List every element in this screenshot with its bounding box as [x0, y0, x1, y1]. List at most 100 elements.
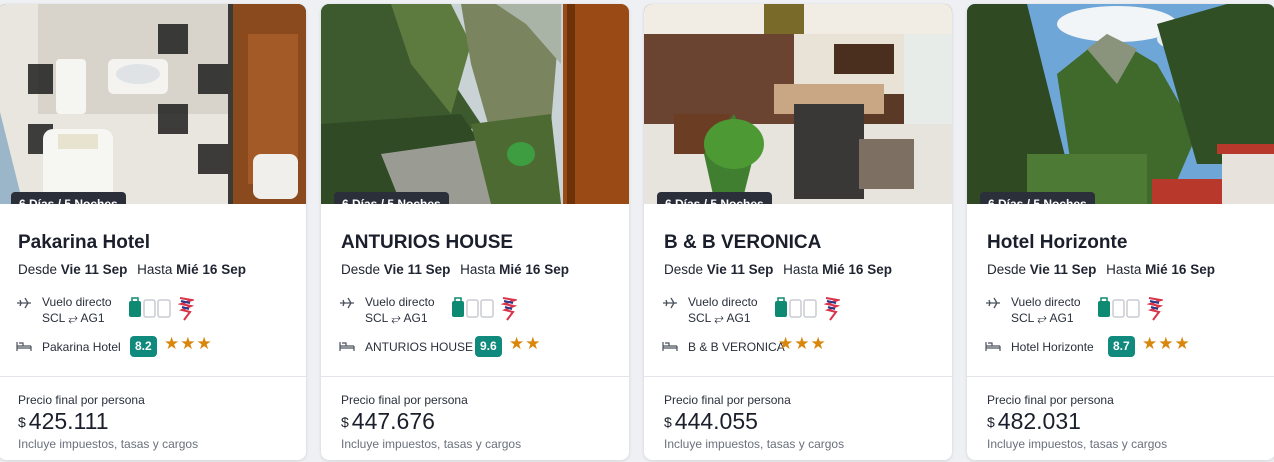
hotel-info: Hotel Horizonte 8.7 ★★★ — [985, 334, 1265, 360]
desde-label: Desde — [341, 262, 381, 277]
price-amount: 425.111 — [28, 408, 109, 434]
bed-icon — [662, 342, 678, 351]
hasta-date: Mié 16 Sep — [822, 262, 892, 277]
flight-info: Vuelo directo SCL ⥂ AG1 — [16, 294, 256, 326]
currency-symbol: $ — [987, 414, 995, 430]
hotel-info: Pakarina Hotel 8.2 ★★★ — [16, 334, 296, 360]
travel-dates: Desde Vie 11 Sep Hasta Mié 16 Sep — [664, 262, 892, 277]
price: $444.055 — [664, 408, 758, 435]
divider — [644, 376, 952, 377]
duration-badge: 6 Días / 5 Noches — [657, 192, 772, 204]
flight-type: Vuelo directo — [1011, 295, 1081, 309]
flight-route: SCL ⥂ AG1 — [1011, 311, 1074, 325]
hasta-label: Hasta — [1106, 262, 1142, 277]
currency-symbol: $ — [341, 414, 349, 430]
score-badge: 8.2 — [130, 336, 157, 357]
bed-icon — [16, 342, 32, 351]
taxes-note: Incluye impuestos, tasas y cargos — [664, 437, 845, 451]
travel-dates: Desde Vie 11 Sep Hasta Mié 16 Sep — [341, 262, 569, 277]
flight-type: Vuelo directo — [42, 295, 112, 309]
price: $482.031 — [987, 408, 1081, 435]
hasta-date: Mié 16 Sep — [176, 262, 246, 277]
hotel-package-list: 6 Días / 5 Noches Pakarina Hotel Desde V… — [0, 0, 1274, 462]
hasta-date: Mié 16 Sep — [499, 262, 569, 277]
desde-label: Desde — [987, 262, 1027, 277]
flight-type: Vuelo directo — [365, 295, 435, 309]
airline-logo-icon — [1147, 297, 1163, 321]
taxes-note: Incluye impuestos, tasas y cargos — [18, 437, 199, 451]
hotel-title[interactable]: Hotel Horizonte — [987, 232, 1127, 254]
desde-date: Vie 11 Sep — [706, 262, 774, 277]
price-label: Precio final por persona — [664, 393, 791, 407]
plane-icon — [340, 297, 354, 309]
star-rating: ★★★ — [1142, 334, 1191, 353]
hotel-name: ANTURIOS HOUSE — [365, 340, 474, 354]
desde-date: Vie 11 Sep — [1029, 262, 1097, 277]
plane-icon — [17, 297, 31, 309]
airline-logo-icon — [824, 297, 840, 321]
price-label: Precio final por persona — [987, 393, 1114, 407]
desde-date: Vie 11 Sep — [60, 262, 128, 277]
package-card[interactable]: 6 Días / 5 Noches Pakarina Hotel Desde V… — [0, 4, 306, 460]
bed-icon — [339, 342, 355, 351]
divider — [0, 376, 306, 377]
package-card[interactable]: 6 Días / 5 Noches B & B VERONICA Desde V… — [644, 4, 952, 460]
desde-label: Desde — [18, 262, 58, 277]
divider — [321, 376, 629, 377]
airline-logo-icon — [501, 297, 517, 321]
price-amount: 482.031 — [997, 408, 1081, 434]
score-badge: 9.6 — [475, 336, 502, 357]
price: $425.111 — [18, 408, 109, 435]
hotel-name: B & B VERONICA — [688, 340, 785, 354]
duration-badge: 6 Días / 5 Noches — [11, 192, 126, 204]
price-label: Precio final por persona — [18, 393, 145, 407]
taxes-note: Incluye impuestos, tasas y cargos — [987, 437, 1168, 451]
bed-icon — [985, 342, 1001, 351]
hotel-name: Hotel Horizonte — [1011, 340, 1094, 354]
hasta-label: Hasta — [460, 262, 496, 277]
duration-badge: 6 Días / 5 Noches — [334, 192, 449, 204]
hasta-date: Mié 16 Sep — [1145, 262, 1215, 277]
hotel-title[interactable]: ANTURIOS HOUSE — [341, 232, 513, 254]
hotel-name: Pakarina Hotel — [42, 340, 121, 354]
taxes-note: Incluye impuestos, tasas y cargos — [341, 437, 522, 451]
hotel-photo[interactable]: 6 Días / 5 Noches — [0, 4, 306, 204]
flight-route: SCL ⥂ AG1 — [688, 311, 751, 325]
plane-icon — [663, 297, 677, 309]
price-amount: 444.055 — [674, 408, 758, 434]
luggage-icons[interactable] — [774, 296, 818, 318]
desde-date: Vie 11 Sep — [383, 262, 451, 277]
duration-badge: 6 Días / 5 Noches — [980, 192, 1095, 204]
luggage-icons[interactable] — [451, 296, 495, 318]
flight-route: SCL ⥂ AG1 — [42, 311, 105, 325]
flight-info: Vuelo directo SCL ⥂ AG1 — [662, 294, 902, 326]
hotel-info: B & B VERONICA ★★★ — [662, 334, 942, 360]
star-rating: ★★★ — [778, 334, 827, 353]
luggage-icons[interactable] — [1097, 296, 1141, 318]
star-rating: ★★ — [509, 334, 542, 353]
package-card[interactable]: 6 Días / 5 Noches Hotel Horizonte Desde … — [967, 4, 1274, 460]
price-label: Precio final por persona — [341, 393, 468, 407]
currency-symbol: $ — [664, 414, 672, 430]
hotel-info: ANTURIOS HOUSE 9.6 ★★ — [339, 334, 619, 360]
package-card[interactable]: 6 Días / 5 Noches ANTURIOS HOUSE Desde V… — [321, 4, 629, 460]
hotel-photo[interactable]: 6 Días / 5 Noches — [967, 4, 1274, 204]
hotel-title[interactable]: Pakarina Hotel — [18, 232, 150, 254]
divider — [967, 376, 1274, 377]
airline-logo-icon — [178, 297, 194, 321]
plane-icon — [986, 297, 1000, 309]
luggage-icons[interactable] — [128, 296, 172, 318]
travel-dates: Desde Vie 11 Sep Hasta Mié 16 Sep — [18, 262, 246, 277]
hasta-label: Hasta — [137, 262, 173, 277]
flight-info: Vuelo directo SCL ⥂ AG1 — [339, 294, 579, 326]
hotel-photo[interactable]: 6 Días / 5 Noches — [644, 4, 952, 204]
hasta-label: Hasta — [783, 262, 819, 277]
price-amount: 447.676 — [351, 408, 435, 434]
hotel-title[interactable]: B & B VERONICA — [664, 232, 821, 254]
price: $447.676 — [341, 408, 435, 435]
flight-info: Vuelo directo SCL ⥂ AG1 — [985, 294, 1225, 326]
desde-label: Desde — [664, 262, 704, 277]
hotel-photo[interactable]: 6 Días / 5 Noches — [321, 4, 629, 204]
score-badge: 8.7 — [1108, 336, 1135, 357]
travel-dates: Desde Vie 11 Sep Hasta Mié 16 Sep — [987, 262, 1215, 277]
